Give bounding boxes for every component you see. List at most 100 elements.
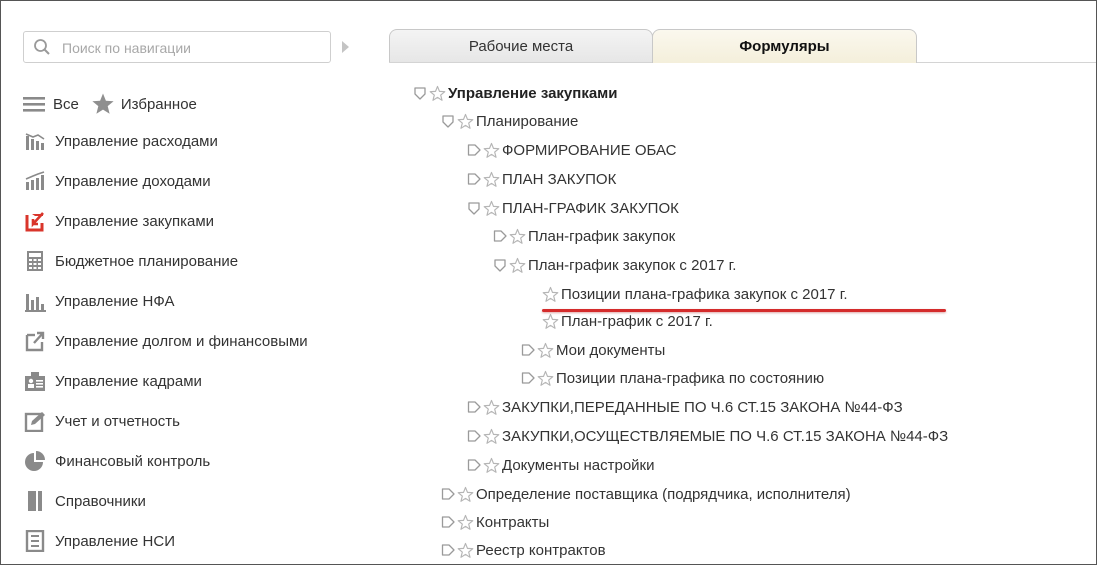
- favorite-star-icon[interactable]: [457, 486, 474, 503]
- tree-node[interactable]: Контракты: [441, 510, 549, 534]
- favorite-star-icon[interactable]: [542, 286, 559, 303]
- tree-node-label: ЗАКУПКИ,ПЕРЕДАННЫЕ ПО Ч.6 СТ.15 ЗАКОНА №…: [502, 398, 903, 416]
- expanded-toggle-icon[interactable]: [413, 86, 427, 100]
- sidebar-item-debt[interactable]: Управление долгом и финансовыми: [23, 326, 308, 356]
- tree-node-label: Мои документы: [556, 341, 666, 359]
- income-icon: [23, 169, 47, 193]
- favorites-star-icon[interactable]: [91, 92, 115, 116]
- tab-label: Рабочие места: [468, 38, 574, 55]
- edit-report-icon: [23, 409, 47, 433]
- tree-node[interactable]: Документы настройки: [467, 453, 655, 477]
- tree-node[interactable]: ЗАКУПКИ,ПЕРЕДАННЫЕ ПО Ч.6 СТ.15 ЗАКОНА №…: [467, 395, 903, 419]
- staff-icon: [23, 369, 47, 393]
- tree-node[interactable]: ПЛАН ЗАКУПОК: [467, 167, 616, 191]
- sidebar-item-staff[interactable]: Управление кадрами: [23, 366, 202, 396]
- collapsed-toggle-icon[interactable]: [441, 543, 455, 557]
- tree-node[interactable]: Позиции плана-графика закупок с 2017 г.: [542, 282, 848, 306]
- favorite-star-icon[interactable]: [429, 85, 446, 102]
- search-input[interactable]: Поиск по навигации: [62, 40, 191, 56]
- tree-node[interactable]: ФОРМИРОВАНИЕ ОБАС: [467, 138, 677, 162]
- collapsed-toggle-icon[interactable]: [493, 229, 507, 243]
- expanded-toggle-icon[interactable]: [467, 201, 481, 215]
- favorite-star-icon[interactable]: [537, 342, 554, 359]
- expanded-toggle-icon[interactable]: [493, 258, 507, 272]
- tree-node[interactable]: План-график с 2017 г.: [542, 309, 713, 333]
- favorite-star-icon[interactable]: [483, 200, 500, 217]
- collapsed-toggle-icon[interactable]: [521, 371, 535, 385]
- collapsed-toggle-icon[interactable]: [441, 487, 455, 501]
- tab-workplaces[interactable]: Рабочие места: [389, 29, 653, 63]
- tab-forms[interactable]: Формуляры: [652, 29, 917, 63]
- sidebar-item-procurement[interactable]: Управление закупками: [23, 206, 214, 236]
- collapsed-toggle-icon[interactable]: [521, 343, 535, 357]
- favorite-star-icon[interactable]: [457, 514, 474, 531]
- expanded-toggle-icon[interactable]: [441, 114, 455, 128]
- search-box[interactable]: Поиск по навигации: [23, 31, 331, 63]
- collapsed-toggle-icon[interactable]: [467, 172, 481, 186]
- favorite-star-icon[interactable]: [483, 171, 500, 188]
- app-window: Поиск по навигации Все Избранное Управле…: [0, 0, 1097, 565]
- sidebar-item-label: Управление доходами: [55, 172, 211, 190]
- menu-lines-icon[interactable]: [23, 95, 45, 113]
- filter-favorites[interactable]: Избранное: [121, 96, 197, 113]
- pie-chart-icon: [23, 449, 47, 473]
- search-icon: [33, 38, 51, 61]
- sidebar-item-expenses[interactable]: Управление расходами: [23, 126, 218, 156]
- collapsed-toggle-icon[interactable]: [467, 400, 481, 414]
- tree-node[interactable]: Реестр контрактов: [441, 538, 606, 562]
- tree-node[interactable]: ПЛАН-ГРАФИК ЗАКУПОК: [467, 196, 679, 220]
- sidebar-item-label: Управление НСИ: [55, 532, 175, 550]
- tree-node[interactable]: План-график закупок с 2017 г.: [493, 253, 736, 277]
- procurement-icon: [23, 209, 47, 233]
- debt-icon: [23, 329, 47, 353]
- tree-node-label: ПЛАН-ГРАФИК ЗАКУПОК: [502, 199, 679, 217]
- favorite-star-icon[interactable]: [537, 370, 554, 387]
- bar-chart-icon: [23, 289, 47, 313]
- tree-node-label: План-график закупок: [528, 227, 676, 245]
- tree-node[interactable]: ЗАКУПКИ,ОСУЩЕСТВЛЯЕМЫЕ ПО Ч.6 СТ.15 ЗАКО…: [467, 424, 948, 448]
- sidebar-item-income[interactable]: Управление доходами: [23, 166, 211, 196]
- favorite-star-icon[interactable]: [483, 399, 500, 416]
- tree-node-label: План-график закупок с 2017 г.: [528, 256, 737, 274]
- sidebar-item-accounting[interactable]: Учет и отчетность: [23, 406, 180, 436]
- tree-node-label: План-график с 2017 г.: [561, 312, 713, 330]
- tree-node-label: ФОРМИРОВАНИЕ ОБАС: [502, 141, 677, 159]
- favorite-star-icon[interactable]: [483, 428, 500, 445]
- tree-node-label: Реестр контрактов: [476, 541, 606, 559]
- sidebar-item-references[interactable]: Справочники: [23, 486, 146, 516]
- favorite-star-icon[interactable]: [483, 457, 500, 474]
- tree-node[interactable]: План-график закупок: [493, 224, 675, 248]
- sidebar-item-label: Управление долгом и финансовыми: [55, 332, 308, 350]
- favorite-star-icon[interactable]: [509, 257, 526, 274]
- collapsed-toggle-icon[interactable]: [467, 143, 481, 157]
- favorite-star-icon[interactable]: [457, 542, 474, 559]
- tree-node[interactable]: Управление закупками: [413, 81, 618, 105]
- sidebar-item-label: Управление расходами: [55, 132, 218, 150]
- sidebar-item-budget-planning[interactable]: Бюджетное планирование: [23, 246, 238, 276]
- book-icon: [23, 489, 47, 513]
- sidebar-item-nsi[interactable]: Управление НСИ: [23, 526, 175, 556]
- favorite-star-icon[interactable]: [457, 113, 474, 130]
- tree-node-label: Управление закупками: [448, 84, 618, 102]
- tree-node[interactable]: Мои документы: [521, 338, 665, 362]
- favorite-star-icon[interactable]: [542, 313, 559, 330]
- sidebar-item-label: Справочники: [55, 492, 146, 510]
- tree-node-label: Планирование: [476, 112, 579, 130]
- sidebar-item-financial-control[interactable]: Финансовый контроль: [23, 446, 210, 476]
- collapse-panel-icon[interactable]: [341, 40, 350, 59]
- favorite-star-icon[interactable]: [509, 228, 526, 245]
- tree-node-label: Определение поставщика (подрядчика, испо…: [476, 485, 851, 503]
- favorite-star-icon[interactable]: [483, 142, 500, 159]
- tree-node[interactable]: Определение поставщика (подрядчика, испо…: [441, 482, 851, 506]
- tree-node[interactable]: Позиции плана-графика по состоянию: [521, 366, 824, 390]
- tree-node-label: Документы настройки: [502, 456, 655, 474]
- filter-all[interactable]: Все: [53, 96, 79, 113]
- tree-node[interactable]: Планирование: [441, 109, 578, 133]
- highlight-underline: [542, 309, 946, 312]
- collapsed-toggle-icon[interactable]: [467, 458, 481, 472]
- collapsed-toggle-icon[interactable]: [467, 429, 481, 443]
- calculator-icon: [23, 249, 47, 273]
- tab-label: Формуляры: [739, 38, 830, 55]
- collapsed-toggle-icon[interactable]: [441, 515, 455, 529]
- sidebar-item-nfa[interactable]: Управление НФА: [23, 286, 174, 316]
